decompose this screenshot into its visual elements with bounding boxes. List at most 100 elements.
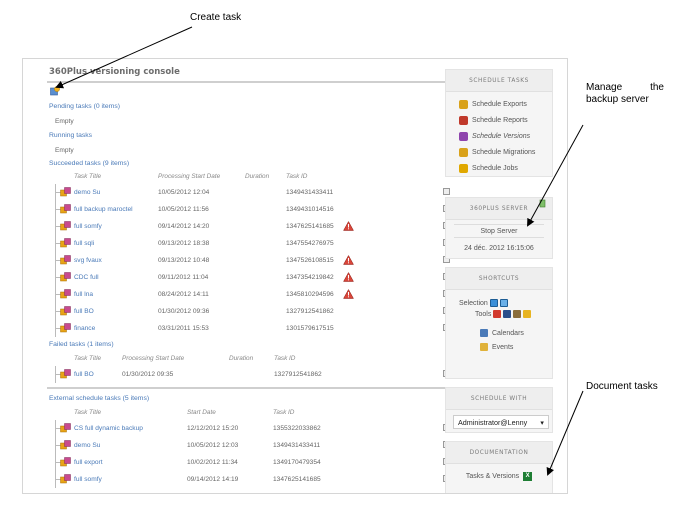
tools-save-icon[interactable] [503, 310, 512, 318]
table-row[interactable]: full BO 01/30/2012 09:36 1327912541862 [47, 303, 463, 320]
table-row[interactable]: full backup maroctel 10/05/2012 11:56 1349… [47, 201, 463, 218]
task-title[interactable]: CS full dynamic backup [74, 425, 143, 432]
schedule-item-label: Schedule Migrations [472, 148, 536, 156]
table-row[interactable]: CDC full 09/11/2012 11:04 1347354219842 [47, 269, 463, 286]
failed-header-start: Processing Start Date [122, 355, 185, 362]
task-id: 1347554276975 [286, 240, 334, 247]
task-title[interactable]: demo Su [74, 442, 100, 449]
task-icon [60, 238, 71, 248]
failed-header-id: Task ID [274, 355, 296, 362]
table-row[interactable]: full sqli 09/13/2012 18:38 1347554276975 [47, 235, 463, 252]
schedule-item-label: Schedule Versions [472, 132, 531, 140]
task-start-date: 10/02/2012 11:34 [187, 459, 238, 466]
table-row[interactable]: full lna 08/24/2012 14:11 1345810294596 [47, 286, 463, 303]
console-main: 360Plus versioning console Pending tasks… [47, 59, 463, 493]
task-start-date: 10/05/2012 12:03 [187, 442, 239, 449]
succeeded-header-duration: Duration [245, 173, 270, 180]
schedule-item-label: Schedule Exports [472, 100, 527, 108]
external-tasks-label[interactable]: External schedule tasks (5 items) [49, 395, 149, 402]
task-icon [60, 289, 71, 299]
chevron-down-icon: ▾ [540, 417, 544, 427]
schedule-item-label: Schedule Reports [472, 116, 528, 124]
selection-shortcut: Selection [459, 299, 552, 307]
excel-icon[interactable]: X [523, 472, 533, 481]
table-row[interactable]: full somfy 09/14/2012 14:19 1347625141685 [47, 471, 463, 488]
task-id: 1301579617515 [286, 325, 334, 332]
task-icon [60, 457, 71, 467]
failed-header-title: Task Title [74, 355, 102, 362]
task-icon [60, 204, 71, 214]
task-title[interactable]: full BO [74, 308, 94, 315]
calendars-link[interactable]: Calendars [478, 326, 552, 340]
task-title[interactable]: full sqli [74, 240, 94, 247]
schedule-item[interactable]: Schedule Exports [459, 96, 552, 112]
task-start-date: 09/14/2012 14:19 [187, 476, 239, 483]
tools-delete-icon[interactable] [493, 310, 502, 318]
events-link[interactable]: Events [478, 340, 552, 354]
selection-label: Selection [459, 299, 488, 307]
selection-copy-icon[interactable] [489, 299, 498, 307]
export-icon [459, 99, 468, 109]
task-start-date: 12/12/2012 15:20 [187, 425, 239, 432]
running-tasks-label[interactable]: Running tasks [49, 132, 92, 139]
task-start-date: 08/24/2012 14:11 [158, 291, 209, 298]
task-icon [60, 255, 71, 265]
schedule-item[interactable]: Schedule Reports [459, 112, 552, 128]
task-title[interactable]: full BO [74, 371, 94, 378]
task-title[interactable]: demo Su [74, 189, 100, 196]
task-icon [60, 306, 71, 316]
task-icon [60, 369, 71, 379]
table-row[interactable]: svg fvaux 09/13/2012 10:48 1347526108515 [47, 252, 463, 269]
server-header: 360PLUS SERVER [446, 198, 552, 220]
schedule-with-select[interactable]: Administrator@Lenny ▾ [453, 415, 549, 429]
table-row[interactable]: full BO 01/30/2012 09:35 1327912541862 [47, 366, 463, 383]
task-start-date: 10/05/2012 11:56 [158, 206, 209, 213]
failed-tasks-label[interactable]: Failed tasks (1 items) [49, 341, 114, 348]
task-title[interactable]: full lna [74, 291, 93, 298]
task-title[interactable]: CDC full [74, 274, 99, 281]
document-tasks-callout: Document tasks [586, 381, 658, 392]
schedule-item[interactable]: Schedule Migrations [459, 144, 552, 160]
selection-paste-icon[interactable] [499, 299, 508, 307]
table-row[interactable]: full somfy 09/14/2012 14:20 1347625141685 [47, 218, 463, 235]
task-id: 1349431433411 [273, 442, 321, 449]
schedule-with-header: SCHEDULE WITH [446, 388, 552, 410]
task-title[interactable]: finance [74, 325, 95, 332]
tasks-versions-label: Tasks & Versions [465, 473, 520, 480]
table-row[interactable]: demo Su 10/05/2012 12:03 1349431433411 [47, 437, 463, 454]
table-row[interactable]: finance 03/31/2011 15:53 1301579617515 [47, 320, 463, 337]
task-icon [60, 474, 71, 484]
table-row[interactable]: demo Su 10/05/2012 12:04 1349431433411 [47, 184, 463, 201]
task-document-icon[interactable] [443, 188, 450, 195]
pending-empty-text: Empty [55, 118, 74, 125]
task-icon [60, 187, 71, 197]
task-title[interactable]: full export [74, 459, 103, 466]
stop-server-button[interactable]: Stop Server [454, 224, 544, 238]
documentation-header: DOCUMENTATION [446, 442, 552, 464]
succeeded-tasks-label[interactable]: Succeeded tasks (9 items) [49, 160, 129, 167]
task-title[interactable]: svg fvaux [74, 257, 102, 264]
task-title[interactable]: full backup maroctel [74, 206, 133, 213]
documentation-panel: DOCUMENTATION Tasks & Versions X [445, 441, 553, 493]
table-row[interactable]: full export 10/02/2012 11:34 1349170479354 [47, 454, 463, 471]
tools-edit-icon[interactable] [523, 310, 532, 318]
task-id: 1347354219842 [286, 274, 334, 281]
pending-tasks-label[interactable]: Pending tasks (0 items) [49, 103, 120, 110]
server-datetime: 24 déc. 2012 16:15:06 [464, 245, 534, 252]
task-title[interactable]: full somfy [74, 476, 102, 483]
task-id: 1355322033862 [273, 425, 321, 432]
task-title[interactable]: full somfy [74, 223, 102, 230]
task-id: 1345810294596 [286, 291, 334, 298]
report-icon [459, 115, 468, 125]
warning-icon [343, 255, 354, 265]
schedule-item[interactable]: Schedule Jobs [459, 160, 552, 176]
jobs-icon [459, 163, 468, 173]
tasks-versions-link[interactable]: Tasks & Versions X [446, 472, 552, 481]
task-start-date: 09/13/2012 10:48 [158, 257, 210, 264]
tools-folder-icon[interactable] [513, 310, 522, 318]
schedule-item[interactable]: Schedule Versions [459, 128, 552, 144]
succeeded-header-id: Task ID [286, 173, 308, 180]
external-header-start: Start Date [187, 409, 216, 416]
create-task-icon[interactable] [50, 86, 60, 96]
table-row[interactable]: CS full dynamic backup 12/12/2012 15:20 13… [47, 420, 463, 437]
